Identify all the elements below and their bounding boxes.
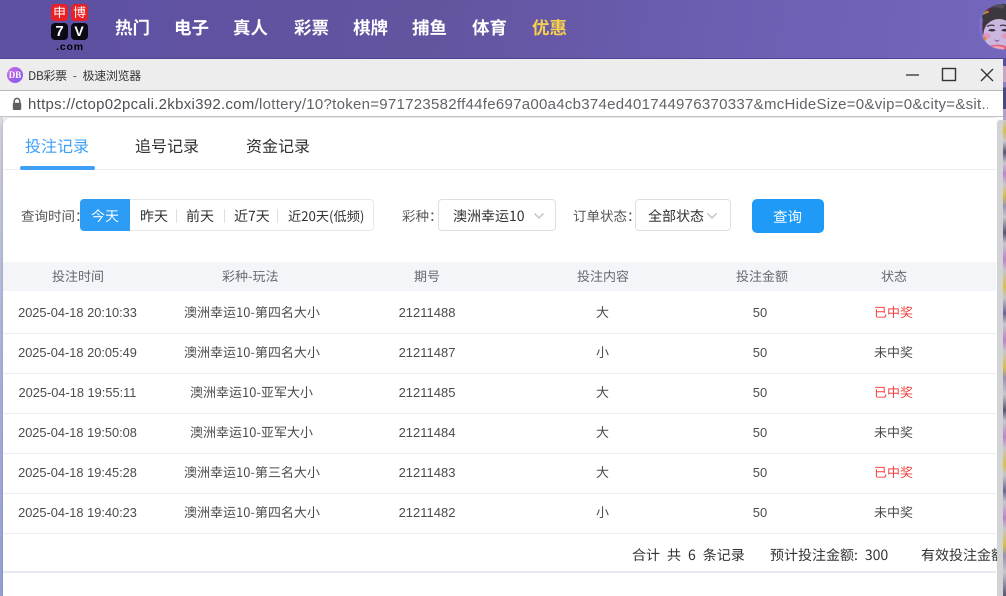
svg-text:DB: DB <box>9 70 22 80</box>
